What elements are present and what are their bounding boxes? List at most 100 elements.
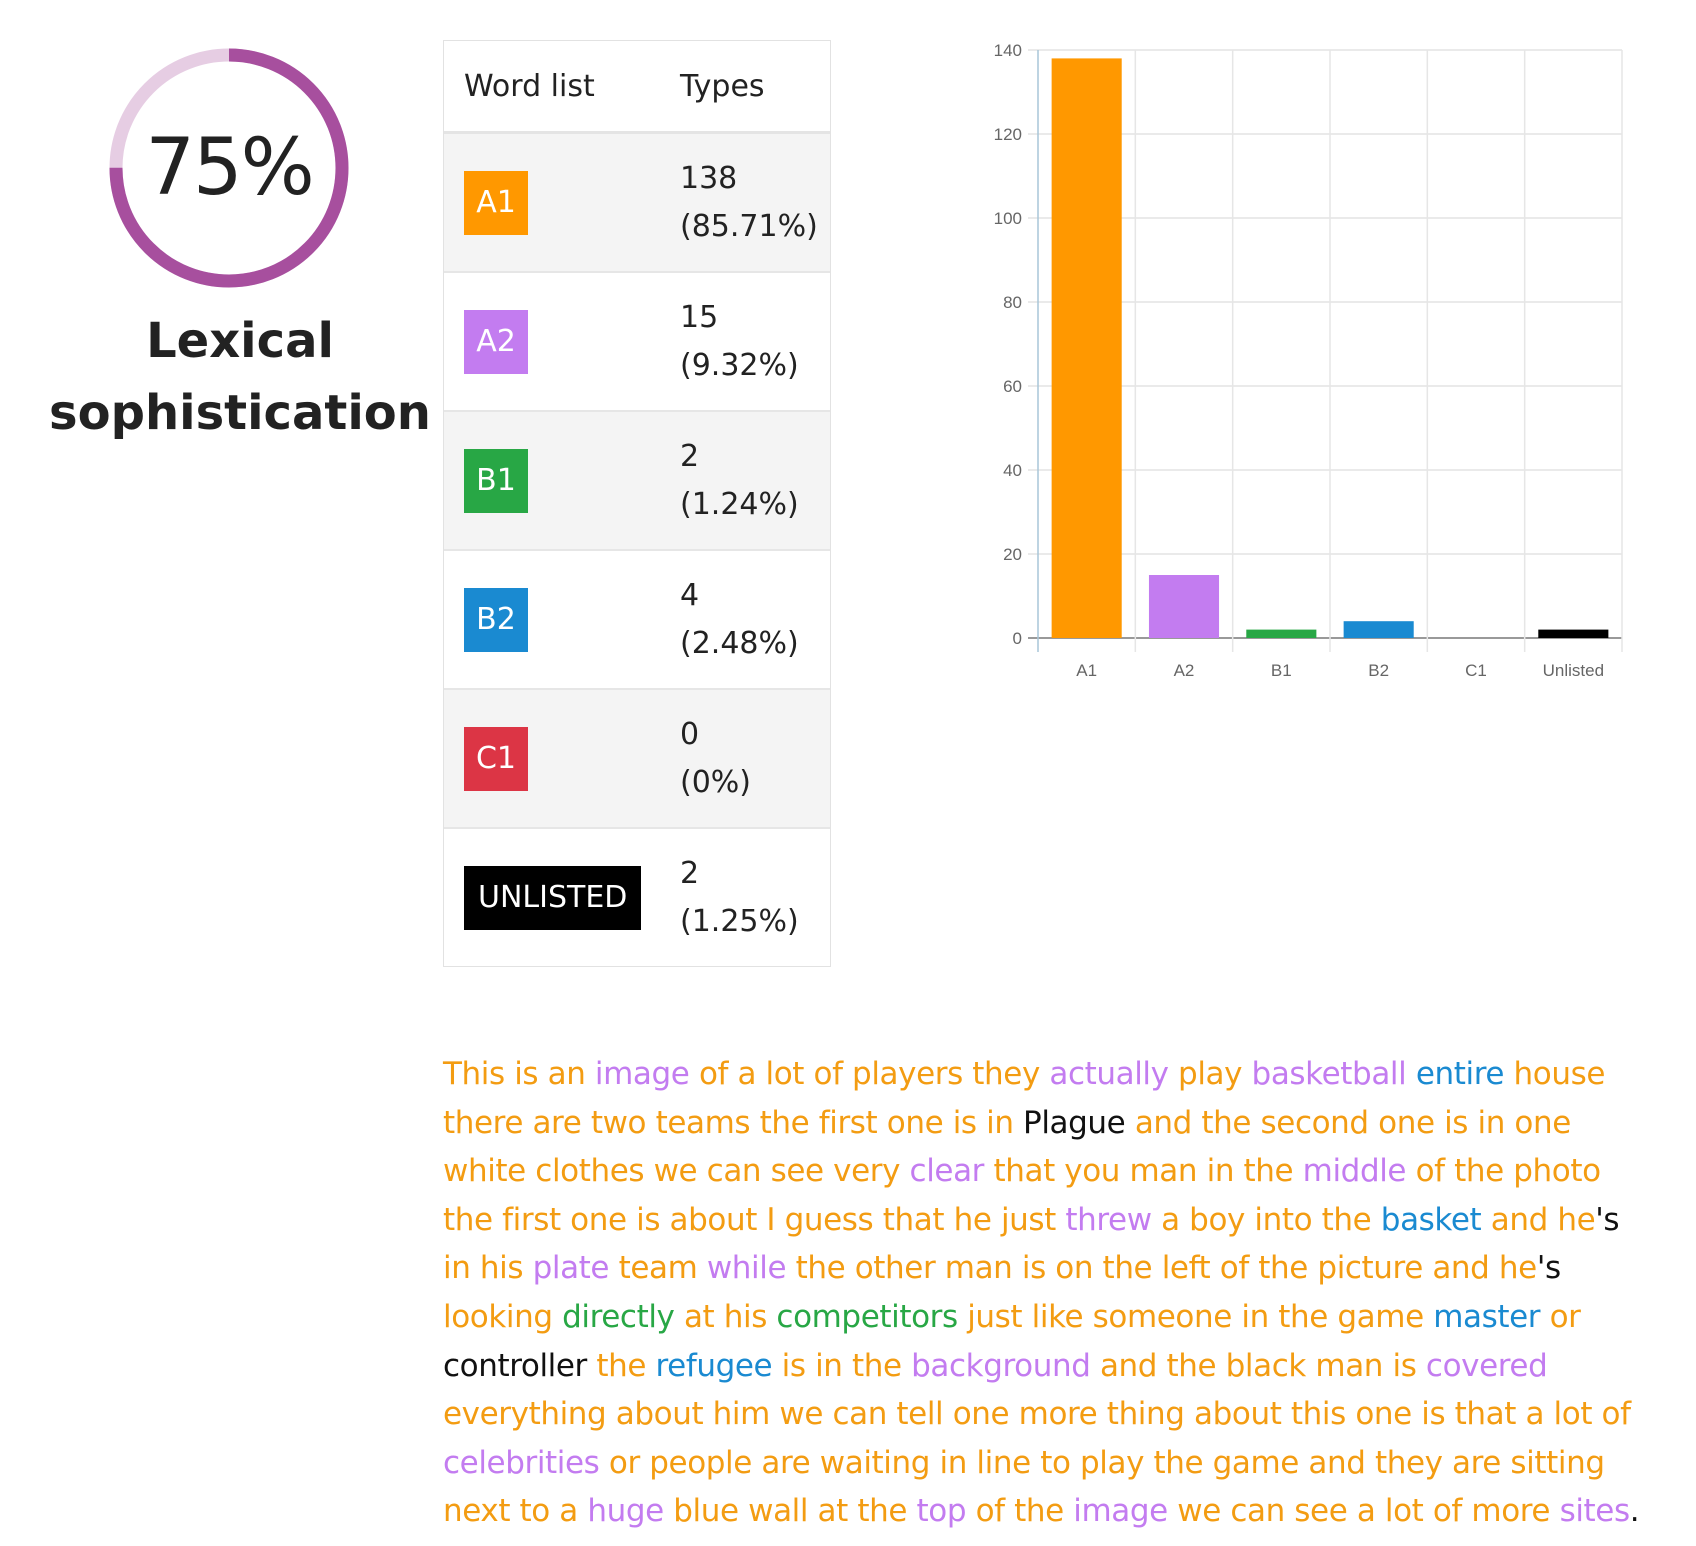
word-span-a2: top xyxy=(916,1493,967,1530)
word-span-a1: or xyxy=(1540,1298,1581,1335)
bar-unlisted xyxy=(1538,629,1609,638)
word-span-a2: sites xyxy=(1559,1493,1631,1530)
word-span-a1: looking xyxy=(443,1298,563,1335)
types-cell: 2 (1.25%) xyxy=(680,850,799,946)
word-span-a1: in his xyxy=(443,1250,533,1287)
word-span-a2: actually xyxy=(1049,1056,1169,1092)
score-title-line2: sophistication xyxy=(49,385,431,441)
word-span-a2: covered xyxy=(1425,1347,1548,1384)
x-tick-label: B2 xyxy=(1368,661,1389,680)
word-span-b1: directly xyxy=(562,1298,675,1335)
types-count: 4 xyxy=(680,577,700,613)
word-span-u: controller xyxy=(443,1347,587,1384)
word-span-a1: the xyxy=(586,1347,656,1384)
bar-a2 xyxy=(1148,575,1220,638)
table-row: A2 15 (9.32%) xyxy=(444,273,830,412)
word-span-b2: basket xyxy=(1380,1201,1482,1238)
word-span-b2: master xyxy=(1433,1298,1541,1335)
types-count: 138 xyxy=(680,160,738,196)
word-span-a2: clear xyxy=(909,1153,985,1190)
types-percent: (1.24%) xyxy=(680,486,799,522)
analyzed-text: This is an image of a lot of players the… xyxy=(443,1050,1643,1536)
word-span-a1: and he xyxy=(1481,1201,1596,1238)
word-span-a1: a boy into the xyxy=(1151,1201,1381,1238)
types-count: 0 xyxy=(680,716,700,752)
x-tick-label: A1 xyxy=(1076,661,1097,680)
word-span-a1: everything about him we can tell one mor… xyxy=(443,1396,1631,1433)
word-span-a2: huge xyxy=(587,1493,664,1530)
table-row: B2 4 (2.48%) xyxy=(444,551,830,690)
x-tick-label: A2 xyxy=(1174,661,1195,680)
types-percent: (9.32%) xyxy=(680,347,799,383)
bar-a1 xyxy=(1051,58,1122,638)
table-row: B1 2 (1.24%) xyxy=(444,412,830,551)
y-tick-label: 80 xyxy=(1003,293,1022,312)
word-span-a2: while xyxy=(706,1250,787,1287)
score-title-line1: Lexical xyxy=(146,313,334,369)
types-count: 2 xyxy=(680,438,700,474)
types-percent: (2.48%) xyxy=(680,625,799,661)
word-span-a1: at his xyxy=(674,1298,777,1335)
word-span-u: . xyxy=(1629,1493,1640,1530)
bar-b2 xyxy=(1343,621,1414,638)
types-percent: (0%) xyxy=(680,764,752,800)
word-span-a2: middle xyxy=(1302,1153,1407,1190)
x-tick-label: Unlisted xyxy=(1543,661,1604,680)
y-tick-label: 20 xyxy=(1003,545,1022,564)
bar-chart-svg: 0 20 40 60 80 100 120 140 A1 A2 B1 B2 C1 Unlisted xyxy=(994,41,1623,680)
word-span-u: 's xyxy=(1595,1201,1620,1238)
word-span-a1: play xyxy=(1168,1056,1252,1092)
score-percent: 75% xyxy=(145,123,314,213)
y-tick-label: 100 xyxy=(994,209,1022,228)
level-badge-unlisted: UNLISTED xyxy=(464,865,642,930)
header-types: Types xyxy=(680,68,765,104)
word-list-table: Word list Types A1 138 (85.71%) A2 15 (9.32%)… xyxy=(443,40,831,967)
word-span-a1: just like someone in the game xyxy=(957,1298,1434,1335)
types-cell: 15 (9.32%) xyxy=(680,294,799,390)
word-span-a1: that you man in the xyxy=(984,1153,1303,1190)
word-span-a1: team xyxy=(609,1250,707,1287)
word-span-a1: blue wall at the xyxy=(663,1493,917,1530)
table-row: A1 138 (85.71%) xyxy=(444,134,830,273)
score-title: Lexical sophistication xyxy=(40,305,440,449)
level-cell: B2 xyxy=(444,587,680,652)
x-tick-label: C1 xyxy=(1465,661,1487,680)
level-cell: A1 xyxy=(444,170,680,235)
x-tick-label: B1 xyxy=(1271,661,1292,680)
types-count: 15 xyxy=(680,299,719,335)
word-span-a2: basketball xyxy=(1251,1056,1407,1092)
score-donut: 75% xyxy=(101,40,357,296)
word-span-a2: threw xyxy=(1065,1201,1152,1238)
word-span-a1: is in the xyxy=(772,1347,912,1384)
table-row: UNLISTED 2 (1.25%) xyxy=(444,829,830,966)
word-span-a1: of a lot of players they xyxy=(689,1056,1050,1092)
bar-b1 xyxy=(1246,629,1317,638)
word-span-a1: we can see a lot of more xyxy=(1167,1493,1560,1530)
level-cell: C1 xyxy=(444,726,680,791)
word-span-u: 's xyxy=(1536,1250,1561,1287)
word-span-b1: competitors xyxy=(776,1298,958,1335)
bar-chart: 0 20 40 60 80 100 120 140 A1 A2 B1 B2 C1 Unlisted xyxy=(960,30,1660,690)
level-badge-b1: B1 xyxy=(464,448,528,513)
y-tick-label: 60 xyxy=(1003,377,1022,396)
types-percent: (1.25%) xyxy=(680,903,799,939)
table-header: Word list Types xyxy=(444,41,830,134)
word-span-b2: refugee xyxy=(655,1347,773,1384)
word-span-u: Plague xyxy=(1023,1104,1126,1141)
word-span-a2: image xyxy=(1073,1493,1168,1530)
word-span-a1: the other man is on the left of the pict… xyxy=(786,1250,1538,1287)
word-span-a1 xyxy=(1406,1056,1415,1092)
y-tick-label: 40 xyxy=(1003,461,1022,480)
word-span-a2: celebrities xyxy=(443,1444,600,1481)
word-span-a1: of the xyxy=(966,1493,1074,1530)
types-cell: 0 (0%) xyxy=(680,711,751,807)
y-tick-label: 120 xyxy=(994,125,1022,144)
level-badge-c1: C1 xyxy=(464,726,528,791)
word-span-a2: background xyxy=(911,1347,1091,1384)
table-row: C1 0 (0%) xyxy=(444,690,830,829)
types-cell: 2 (1.24%) xyxy=(680,433,799,529)
level-badge-a1: A1 xyxy=(464,170,528,235)
types-cell: 138 (85.71%) xyxy=(680,155,818,251)
word-span-a2: image xyxy=(594,1056,690,1092)
level-cell: A2 xyxy=(444,309,680,374)
